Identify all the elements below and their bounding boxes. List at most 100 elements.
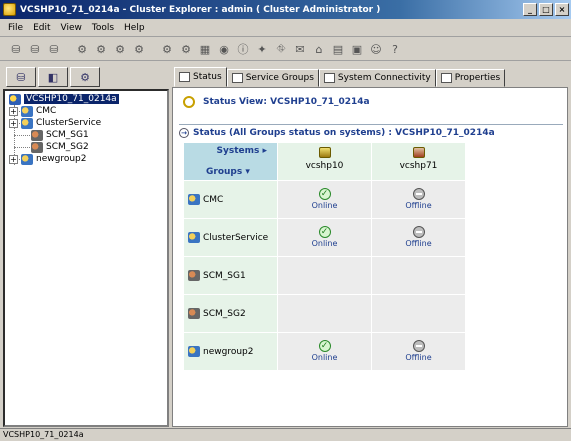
system-name: vcshp71 [399,161,438,171]
resource-add-icon[interactable]: ⚙ [112,41,128,57]
service-group-icon [21,153,33,165]
state-cell[interactable] [371,256,466,295]
wizard-icon[interactable]: ⚙ [178,41,194,57]
group-cell-newgroup2[interactable]: newgroup2 [183,332,278,371]
info-icon[interactable]: ⓘ [235,41,251,57]
user-icon[interactable]: ☺ [368,41,384,57]
tab-status-label: Status [193,72,222,82]
state-cell[interactable] [371,294,466,333]
tab-status[interactable]: Status [174,67,227,87]
tree-item-newgroup2[interactable]: + newgroup2 [9,153,86,165]
group-cell-scm-sg1[interactable]: SCM_SG1 [183,256,278,295]
state-cell[interactable] [277,294,372,333]
status-view-panel: Status View: VCSHP10_71_0214a → Status (… [172,87,568,427]
magic-wand-icon[interactable]: ✦ [254,41,270,57]
expand-icon[interactable]: + [9,118,18,128]
cluster-explorer-window: VCSHP10_71_0214a - Cluster Explorer : ad… [0,0,571,441]
close-button[interactable]: × [555,3,569,16]
online-check-icon: ✓ [318,188,331,200]
section-header[interactable]: → Status (All Groups status on systems) … [179,124,563,138]
tree-item-scm-sg2[interactable]: SCM_SG2 [31,141,89,153]
offline-minus-icon [412,226,425,238]
grid-icon[interactable]: ◉ [216,41,232,57]
offline-group-icon [31,129,43,141]
menu-tools[interactable]: Tools [87,23,119,33]
expand-icon[interactable]: + [9,154,18,164]
group-name: SCM_SG2 [203,308,246,319]
cluster-tree[interactable]: VCSHP10_71_0214a + CMC + ClusterService … [3,89,169,427]
expand-icon[interactable]: + [9,106,18,116]
group-cell-scm-sg2[interactable]: SCM_SG2 [183,294,278,333]
collapse-arrow-icon[interactable]: → [179,127,189,138]
offline-minus-icon [412,188,425,200]
resource-icon[interactable]: ⚙ [93,41,109,57]
offline-group-icon [188,308,200,319]
cluster-tab-icon[interactable]: ⛁ [6,67,36,87]
right-pane: Status Service Groups System Connectivit… [172,65,568,427]
section-title: Status (All Groups status on systems) : … [193,127,495,138]
menu-help[interactable]: Help [119,23,150,33]
state-label: Offline [405,239,432,248]
import-icon[interactable]: ⚙ [159,41,175,57]
notify-icon[interactable]: ✉ [292,41,308,57]
state-cell[interactable] [277,256,372,295]
state-cell[interactable]: ✓ Online [277,332,372,371]
state-cell[interactable]: Offline [371,180,466,219]
maximize-button[interactable]: □ [539,3,553,16]
log-icon[interactable]: ⌂ [311,41,327,57]
tab-properties[interactable]: Properties [435,69,506,87]
group-name: ClusterService [203,232,269,243]
service-group-icon [188,194,200,205]
service-group-icon [21,105,33,117]
toolbar: ⛁ ⛁ ⛁ ⚙ ⚙ ⚙ ⚙ ⚙ ⚙ ▦ ◉ ⓘ ✦ ⛗ ✉ ⌂ ▤ ▣ ☺ ? [0,38,571,61]
service-icon[interactable]: ⚙ [131,41,147,57]
status-view-title: Status View: VCSHP10_71_0214a [203,97,370,107]
status-view-icon [183,96,195,108]
system-header-vcshp71[interactable]: vcshp71 [371,142,466,181]
state-label: Offline [405,201,432,210]
tree-item-clusterservice[interactable]: + ClusterService [9,117,101,129]
groups-sort-label[interactable]: Groups ▾ [206,167,250,177]
cluster-icon [9,93,21,105]
group-icon[interactable]: ⛁ [46,41,62,57]
systems-sort-label[interactable]: Systems ▸ [217,146,268,156]
service-tab-icon[interactable]: ◧ [38,67,68,87]
state-cell[interactable]: ✓ Online [277,180,372,219]
table-row: ClusterService ✓ Online Offline [183,218,466,257]
tree-root[interactable]: VCSHP10_71_0214a [9,93,119,105]
title-bar[interactable]: VCSHP10_71_0214a - Cluster Explorer : ad… [0,0,571,19]
service-group-icon [21,117,33,129]
tree-root-label: VCSHP10_71_0214a [24,94,119,104]
state-cell[interactable]: Offline [371,332,466,371]
cluster-app-icon [3,3,16,16]
help-icon[interactable]: ? [387,41,403,57]
tree-item-cmc[interactable]: + CMC [9,105,56,117]
offline-minus-icon [412,340,425,352]
tab-system-connectivity[interactable]: System Connectivity [318,69,436,87]
group-cell-clusterservice[interactable]: ClusterService [183,218,278,257]
cluster-icon[interactable]: ⛁ [8,41,24,57]
state-cell[interactable]: Offline [371,218,466,257]
tree-item-scm-sg1[interactable]: SCM_SG1 [31,129,89,141]
system-header-vcshp10[interactable]: vcshp10 [277,142,372,181]
tree-item-label: newgroup2 [36,154,87,164]
group-add-icon[interactable]: ⛁ [27,41,43,57]
system-tab-icon[interactable]: ⚙ [70,67,100,87]
chart-icon[interactable]: ▤ [330,41,346,57]
menu-edit[interactable]: Edit [28,23,55,33]
tab-system-connectivity-label: System Connectivity [337,73,431,83]
menu-view[interactable]: View [56,23,87,33]
network-icon[interactable]: ⛗ [273,41,289,57]
query-icon[interactable]: ▦ [197,41,213,57]
system-icon[interactable]: ⚙ [74,41,90,57]
group-cell-cmc[interactable]: CMC [183,180,278,219]
state-cell[interactable]: ✓ Online [277,218,372,257]
report-icon[interactable]: ▣ [349,41,365,57]
status-view-heading: Status View: VCSHP10_71_0214a [183,96,370,108]
minimize-button[interactable]: _ [523,3,537,16]
table-row: SCM_SG2 [183,294,466,333]
connectivity-tab-icon [323,73,335,83]
menu-file[interactable]: File [3,23,28,33]
system-fault-icon [412,147,425,158]
tab-service-groups[interactable]: Service Groups [226,69,319,87]
